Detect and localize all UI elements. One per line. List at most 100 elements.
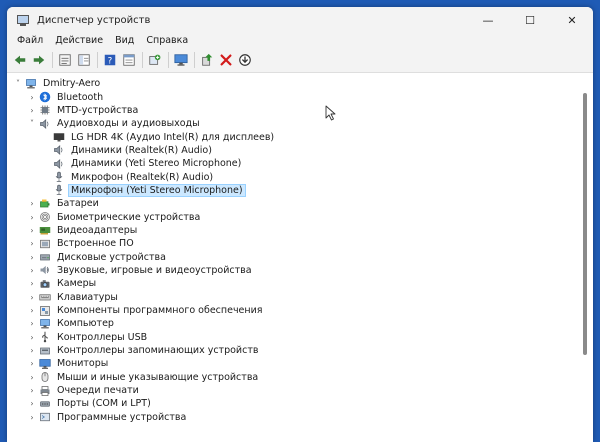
chevron-right-icon[interactable]: › <box>27 239 37 248</box>
mouse-cursor-icon <box>325 105 336 121</box>
tree-item-label: Видеоадаптеры <box>57 224 138 236</box>
software-device-icon <box>39 411 51 423</box>
tree-item-label: Компоненты программного обеспечения <box>57 305 263 317</box>
chevron-right-icon[interactable]: › <box>27 226 37 235</box>
tree-item[interactable]: › MTD-устройства <box>13 104 575 117</box>
tree-item-label: LG HDR 4K (Аудио Intel(R) для дисплеев) <box>71 131 275 143</box>
chevron-right-icon[interactable]: › <box>27 306 37 315</box>
display-adapter-icon <box>39 224 51 236</box>
tree-item[interactable]: Микрофон (Realtek(R) Audio) <box>13 170 575 183</box>
maximize-icon: ☐ <box>525 13 535 27</box>
tree-item-label: Dmitry-Aero <box>43 78 101 90</box>
scan-icon <box>148 53 162 67</box>
scrollbar-thumb[interactable] <box>583 93 587 355</box>
bluetooth-icon <box>39 91 51 103</box>
chevron-right-icon[interactable]: › <box>27 346 37 355</box>
computer-icon <box>25 78 37 90</box>
tree-item[interactable]: › Клавиатуры <box>13 291 575 304</box>
microphone-icon <box>53 184 65 196</box>
scan-hardware-button[interactable] <box>146 51 164 69</box>
chevron-right-icon[interactable]: › <box>27 213 37 222</box>
tree-item[interactable]: › Биометрические устройства <box>13 210 575 223</box>
tree-item-label: Звуковые, игровые и видеоустройства <box>57 264 252 276</box>
chevron-right-icon[interactable]: › <box>27 93 37 102</box>
chevron-right-icon[interactable]: › <box>27 386 37 395</box>
tree-item[interactable]: Динамики (Yeti Stereo Microphone) <box>13 157 575 170</box>
tree-item[interactable]: › Программные устройства <box>13 411 575 424</box>
tree-item[interactable]: › Контроллеры запоминающих устройств <box>13 344 575 357</box>
tree-item[interactable]: › Порты (COM и LPT) <box>13 397 575 410</box>
maximize-button[interactable]: ☐ <box>509 7 551 33</box>
chevron-right-icon[interactable]: › <box>27 319 37 328</box>
chevron-right-icon[interactable]: › <box>27 293 37 302</box>
microphone-icon <box>53 171 65 183</box>
toolbar-separator <box>142 52 143 68</box>
chevron-right-icon[interactable]: › <box>27 199 37 208</box>
close-button[interactable]: ✕ <box>551 7 593 33</box>
tree-item-label: Биометрические устройства <box>57 211 201 223</box>
tree-item[interactable]: › Компьютер <box>13 317 575 330</box>
tree-item[interactable]: LG HDR 4K (Аудио Intel(R) для дисплеев) <box>13 130 575 143</box>
menu-item-3[interactable]: Справка <box>140 35 194 46</box>
chevron-right-icon[interactable]: › <box>27 373 37 382</box>
window-title: Диспетчер устройств <box>37 14 151 26</box>
title-bar[interactable]: Диспетчер устройств — ☐ ✕ <box>7 7 593 33</box>
tree-item-label: Клавиатуры <box>57 291 118 303</box>
tree-item-label: Мониторы <box>57 358 109 370</box>
driver-details-button[interactable] <box>120 51 138 69</box>
show-hide-console-tree-button[interactable] <box>75 51 93 69</box>
chevron-right-icon[interactable]: › <box>27 253 37 262</box>
tree-item[interactable]: › Компоненты программного обеспечения <box>13 304 575 317</box>
tree-item-label: Аудиовходы и аудиовыходы <box>57 118 200 130</box>
chevron-right-icon[interactable]: › <box>27 279 37 288</box>
tree-item-label: Мыши и иные указывающие устройства <box>57 371 259 383</box>
tree-item[interactable]: › Звуковые, игровые и видеоустройства <box>13 264 575 277</box>
printer-icon <box>39 385 51 397</box>
menu-item-2[interactable]: Вид <box>109 35 140 46</box>
chevron-down-icon[interactable]: ˅ <box>13 79 23 88</box>
tree-item-label: Контроллеры запоминающих устройств <box>57 345 259 357</box>
window-controls: — ☐ ✕ <box>467 7 593 33</box>
tree-item[interactable]: › Очереди печати <box>13 384 575 397</box>
chevron-right-icon[interactable]: › <box>27 413 37 422</box>
menu-item-1[interactable]: Действие <box>49 35 109 46</box>
tree-item[interactable]: › Контроллеры USB <box>13 331 575 344</box>
tree-item[interactable]: ˅ Аудиовходы и аудиовыходы <box>13 117 575 130</box>
forward-button[interactable] <box>30 51 48 69</box>
tree-item[interactable]: › Батареи <box>13 197 575 210</box>
tree-item[interactable]: ˅ Dmitry-Aero <box>13 77 575 90</box>
tree-item[interactable]: › Камеры <box>13 277 575 290</box>
back-button[interactable] <box>11 51 29 69</box>
device-manager-window: Диспетчер устройств — ☐ ✕ Файл Действие Ви… <box>7 7 593 442</box>
properties-button[interactable] <box>56 51 74 69</box>
sound-icon <box>39 264 51 276</box>
chevron-right-icon[interactable]: › <box>27 359 37 368</box>
chevron-right-icon[interactable]: › <box>27 266 37 275</box>
tree-item-label: Порты (COM и LPT) <box>57 398 151 410</box>
tree-item[interactable]: › Bluetooth <box>13 90 575 103</box>
chevron-down-icon[interactable]: ˅ <box>27 119 37 128</box>
uninstall-button[interactable] <box>217 51 235 69</box>
mouse-icon <box>39 371 51 383</box>
usb-icon <box>39 331 51 343</box>
chevron-right-icon[interactable]: › <box>27 106 37 115</box>
tree-item[interactable]: Динамики (Realtek(R) Audio) <box>13 144 575 157</box>
update-driver-button[interactable] <box>198 51 216 69</box>
disable-device-button[interactable] <box>236 51 254 69</box>
vertical-scrollbar[interactable] <box>581 77 589 442</box>
menu-item-0[interactable]: Файл <box>11 35 49 46</box>
tree-item-label: Камеры <box>57 278 97 290</box>
tree-item[interactable]: › Мониторы <box>13 357 575 370</box>
minimize-button[interactable]: — <box>467 7 509 33</box>
help-button[interactable]: ? <box>101 51 119 69</box>
tree-item[interactable]: › Мыши и иные указывающие устройства <box>13 371 575 384</box>
monitor-button[interactable] <box>172 51 190 69</box>
chevron-right-icon[interactable]: › <box>27 333 37 342</box>
tree-item[interactable]: › Видеоадаптеры <box>13 224 575 237</box>
tree-item[interactable]: › Встроенное ПО <box>13 237 575 250</box>
tree-item[interactable]: › Дисковые устройства <box>13 250 575 263</box>
tree-item[interactable]: Микрофон (Yeti Stereo Microphone) <box>13 183 575 197</box>
chevron-right-icon[interactable]: › <box>27 399 37 408</box>
tree-item-label: Дисковые устройства <box>57 251 166 263</box>
tree-item-label: Встроенное ПО <box>57 238 134 250</box>
